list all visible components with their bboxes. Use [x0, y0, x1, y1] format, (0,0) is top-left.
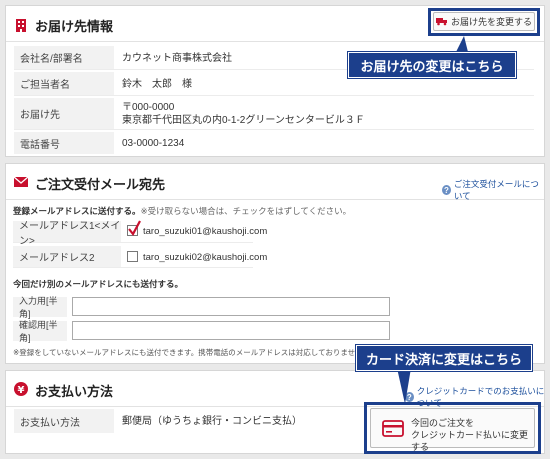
email-confirm-label: 確認用[半角] [13, 320, 67, 343]
row-value-2: 東京都千代田区丸の内0-1-2グリーンセンタービル３Ｆ [122, 115, 365, 126]
card-callout-pointer [397, 368, 411, 404]
email-input-label: 入力用[半角] [13, 296, 67, 319]
callout-pointer [456, 36, 468, 52]
delivery-row-address: お届け先 〒000-0000 東京都千代田区丸の内0-1-2グリーンセンタービル… [14, 98, 534, 130]
question-icon: ? [442, 185, 451, 195]
yen-icon: ¥ [14, 382, 28, 396]
delivery-row-phone: 電話番号 03-0000-1234 [14, 132, 534, 154]
payment-label: お支払い方法 [14, 409, 114, 433]
card-button-highlight [364, 402, 541, 454]
mail-address-label: メールアドレス1<メイン> [13, 221, 121, 247]
mail-footnote: ※登録をしていないメールアドレスにも送付できます。携帯電話のメールアドレスは対応… [13, 348, 371, 357]
mail-header: ご注文受付メール宛先 ? ご注文受付メールについて [6, 164, 544, 202]
building-icon [16, 19, 26, 32]
row-value: 鈴木 太郎 様 [122, 79, 192, 90]
change-delivery-highlight [428, 8, 540, 36]
mail-instruction: 登録メールアドレスに送付する。※受け取らない場合は、チェックをはずしてください。 [13, 205, 351, 217]
mail-help-link[interactable]: ? ご注文受付メールについて [442, 178, 544, 202]
svg-text:¥: ¥ [18, 385, 25, 396]
mail-instruction-note: ※受け取らない場合は、チェックをはずしてください。 [140, 206, 352, 216]
row-label: 会社名/部署名 [14, 46, 114, 69]
mail-address-2-email: taro_suzuki02@kaushoji.com [143, 252, 268, 263]
envelope-icon [14, 176, 28, 187]
mail-other-heading: 今回だけ別のメールアドレスにも送付する。 [13, 279, 184, 289]
row-label: 電話番号 [14, 132, 114, 154]
mail-address-2-checkbox[interactable] [127, 251, 138, 262]
card-callout: カード決済に変更はこちら [356, 345, 532, 371]
row-label: お届け先 [14, 98, 114, 129]
row-value: カウネット商事株式会社 [122, 53, 232, 64]
mail-address-label: メールアドレス2 [13, 246, 121, 267]
row-label: ご担当者名 [14, 72, 114, 95]
row-value: 〒000-0000 [122, 102, 175, 113]
payment-row: お支払い方法 郵便局（ゆうちょ銀行・コンビニ支払） [14, 409, 314, 433]
email-input[interactable] [72, 297, 390, 316]
payment-title: お支払い方法 [35, 384, 114, 399]
payment-value: 郵便局（ゆうちょ銀行・コンビニ支払） [122, 416, 302, 427]
mail-address-1-email: taro_suzuki01@kaushoji.com [143, 226, 268, 237]
delivery-title: お届け先情報 [35, 19, 114, 34]
mail-instruction-bold: 登録メールアドレスに送付する。 [13, 206, 141, 216]
mail-title: ご注文受付メール宛先 [35, 177, 166, 192]
email-confirm-input[interactable] [72, 321, 390, 340]
mail-help-text: ご注文受付メールについて [453, 179, 539, 201]
checkmark-icon [128, 220, 141, 236]
row-value: 03-0000-1234 [122, 138, 185, 149]
delivery-callout: お届け先の変更はこちら [348, 52, 516, 78]
